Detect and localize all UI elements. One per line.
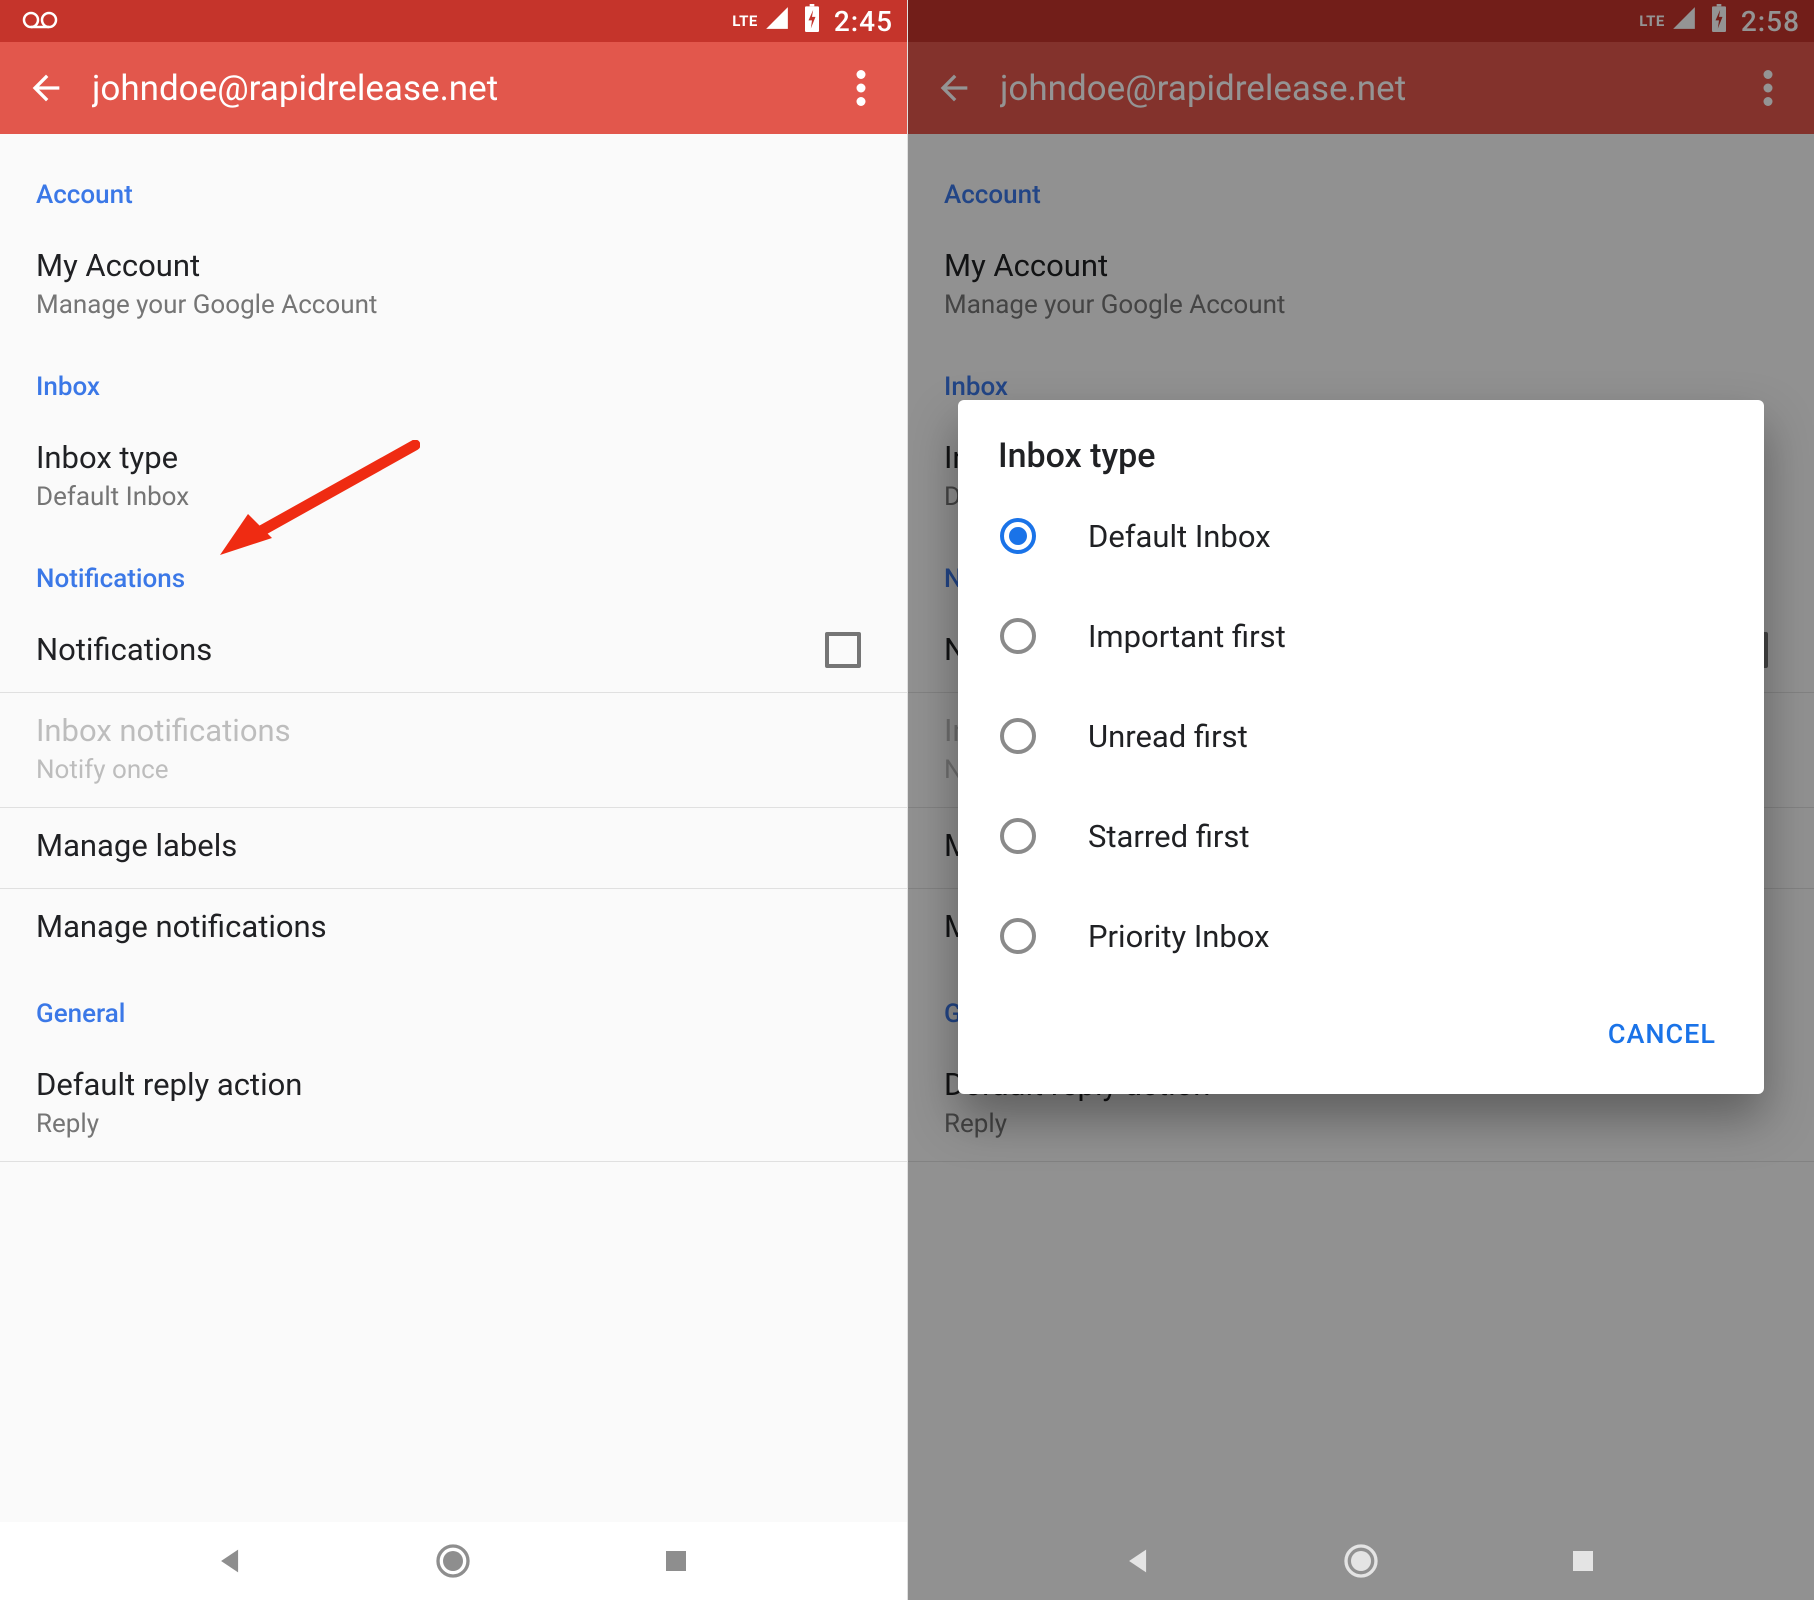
settings-list[interactable]: Account My Account Manage your Google Ac…: [0, 134, 907, 1162]
radio-icon: [998, 616, 1038, 656]
radio-icon: [998, 916, 1038, 956]
nav-home-button[interactable]: [428, 1536, 478, 1586]
option-label: Priority Inbox: [1088, 918, 1270, 955]
phone-right: LTE 2:58 johndoe@rapidrelease.net Accoun…: [907, 0, 1814, 1600]
app-bar: johndoe@rapidrelease.net: [0, 42, 907, 134]
item-title: Inbox type: [36, 438, 871, 478]
item-subtitle: Manage your Google Account: [36, 290, 871, 320]
section-header-notifications: Notifications: [0, 534, 907, 612]
back-button[interactable]: [18, 60, 74, 116]
divider: [0, 1161, 907, 1162]
status-bar: LTE 2:45: [0, 0, 907, 42]
option-priority-inbox[interactable]: Priority Inbox: [958, 886, 1764, 986]
item-title: Inbox notifications: [36, 711, 871, 751]
item-title: My Account: [36, 246, 871, 286]
option-label: Unread first: [1088, 718, 1248, 755]
item-subtitle: Reply: [36, 1109, 871, 1139]
nav-home-button[interactable]: [1336, 1536, 1386, 1586]
item-title: Notifications: [36, 630, 212, 670]
android-nav-bar: [908, 1522, 1814, 1600]
item-inbox-type[interactable]: Inbox type Default Inbox: [0, 420, 907, 534]
overflow-menu-button[interactable]: [833, 60, 889, 116]
battery-icon: [802, 4, 822, 39]
item-subtitle: Notify once: [36, 755, 871, 785]
section-header-inbox: Inbox: [0, 342, 907, 420]
nav-recents-button[interactable]: [1558, 1536, 1608, 1586]
signal-icon: [764, 5, 790, 38]
cancel-button[interactable]: CANCEL: [1584, 1002, 1740, 1066]
option-important-first[interactable]: Important first: [958, 586, 1764, 686]
phone-left: LTE 2:45 johndoe@rapidrelease.net Accoun…: [0, 0, 907, 1600]
item-my-account[interactable]: My Account Manage your Google Account: [0, 228, 907, 342]
checkbox-notifications[interactable]: [825, 632, 861, 668]
nav-back-button[interactable]: [1114, 1536, 1164, 1586]
section-header-general: General: [0, 969, 907, 1047]
option-default-inbox[interactable]: Default Inbox: [958, 486, 1764, 586]
option-unread-first[interactable]: Unread first: [958, 686, 1764, 786]
dialog-inbox-type: Inbox type Default Inbox Important first…: [958, 400, 1764, 1094]
voicemail-icon: [22, 6, 58, 36]
dialog-title: Inbox type: [958, 436, 1764, 486]
item-default-reply-action[interactable]: Default reply action Reply: [0, 1047, 907, 1161]
item-subtitle: Default Inbox: [36, 482, 871, 512]
nav-back-button[interactable]: [206, 1536, 256, 1586]
item-manage-notifications[interactable]: Manage notifications: [0, 889, 907, 969]
item-manage-labels[interactable]: Manage labels: [0, 808, 907, 888]
radio-icon: [998, 716, 1038, 756]
item-notifications[interactable]: Notifications: [0, 612, 907, 692]
option-label: Important first: [1088, 618, 1286, 655]
item-title: Manage notifications: [36, 907, 871, 947]
item-title: Default reply action: [36, 1065, 871, 1105]
item-inbox-notifications: Inbox notifications Notify once: [0, 693, 907, 807]
android-nav-bar: [0, 1522, 907, 1600]
radio-icon: [998, 516, 1038, 556]
option-label: Default Inbox: [1088, 518, 1271, 555]
clock: 2:45: [834, 5, 893, 38]
appbar-title: johndoe@rapidrelease.net: [92, 68, 833, 109]
section-header-account: Account: [0, 150, 907, 228]
option-label: Starred first: [1088, 818, 1250, 855]
nav-recents-button[interactable]: [651, 1536, 701, 1586]
radio-icon: [998, 816, 1038, 856]
option-starred-first[interactable]: Starred first: [958, 786, 1764, 886]
lte-label: LTE: [732, 12, 758, 30]
item-title: Manage labels: [36, 826, 871, 866]
